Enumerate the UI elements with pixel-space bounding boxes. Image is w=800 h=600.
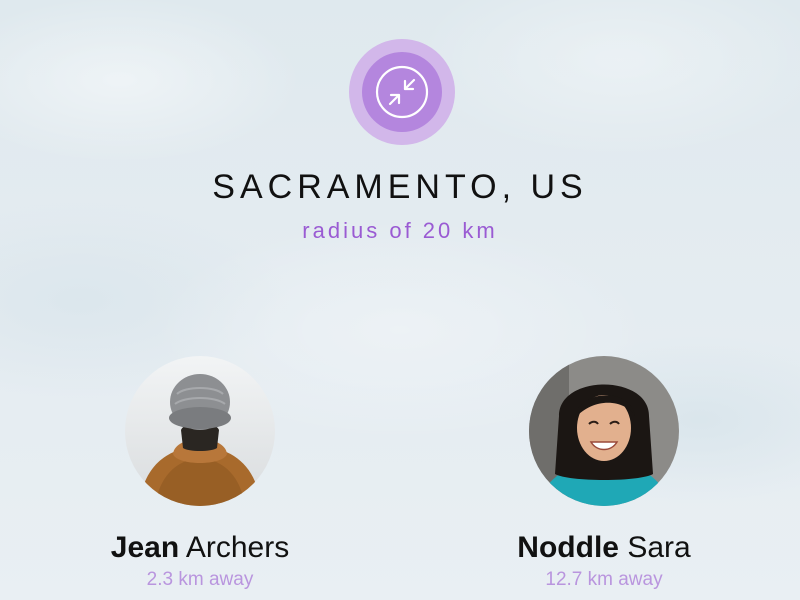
person-name: Jean Archers [50,530,350,566]
person-name: Noddle Sara [454,530,754,566]
collapse-arrows-icon [370,60,434,124]
city-title: SACRAMENTO, US [212,168,588,206]
last-name: Archers [185,531,290,564]
radius-label: radius of 20 km [302,218,498,243]
first-name: Noddle [517,531,619,564]
last-name: Sara [627,531,691,564]
location-button-inner [362,52,442,132]
person-card-noddle[interactable]: Noddle Sara 12.7 km away [454,356,754,592]
location-button[interactable] [349,39,455,145]
first-name: Jean [110,531,180,564]
avatar[interactable] [529,356,679,506]
person-card-jean[interactable]: Jean Archers 2.3 km away [50,356,350,592]
avatar[interactable] [125,356,275,506]
distance-label: 2.3 km away [146,569,254,590]
distance-label: 12.7 km away [545,569,663,590]
